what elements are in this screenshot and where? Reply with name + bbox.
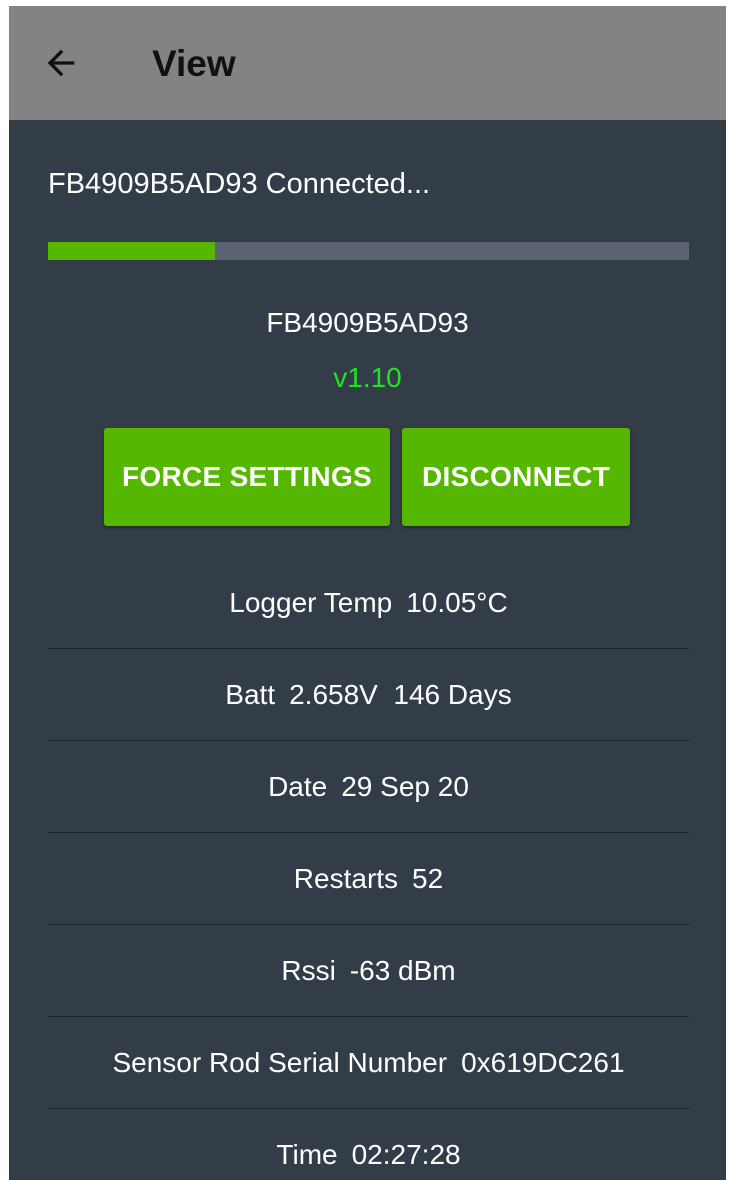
- disconnect-button[interactable]: DISCONNECT: [402, 428, 630, 526]
- force-settings-button[interactable]: FORCE SETTINGS: [104, 428, 390, 526]
- info-row-date: Date 29 Sep 20: [48, 741, 689, 833]
- app-bar: View: [9, 6, 726, 120]
- info-label: Restarts: [293, 862, 399, 894]
- info-row-rssi: Rssi -63 dBm: [48, 925, 689, 1017]
- back-button[interactable]: [37, 36, 85, 90]
- info-label: Time: [276, 1138, 338, 1170]
- device-name: FB4909B5AD93: [266, 307, 469, 338]
- app-screen: View FB4909B5AD93 Connected... FB4909B5A…: [9, 6, 726, 1180]
- info-value: -63 dBm: [349, 954, 456, 986]
- page-title: View: [152, 43, 236, 84]
- info-value: 02:27:28: [351, 1138, 461, 1170]
- info-row-restarts: Restarts 52: [48, 833, 689, 925]
- device-info-list: Logger Temp 10.05°C Batt 2.658V 146 Days…: [48, 557, 689, 1180]
- info-row-batt: Batt 2.658V 146 Days: [48, 649, 689, 741]
- info-label: Rssi: [281, 954, 336, 986]
- progress-bar: [48, 242, 689, 260]
- info-label: Sensor Rod Serial Number: [112, 1046, 448, 1078]
- info-row-logger-temp: Logger Temp 10.05°C: [48, 557, 689, 649]
- info-row-time: Time 02:27:28: [48, 1109, 689, 1180]
- info-row-sensor-serial: Sensor Rod Serial Number 0x619DC261: [48, 1017, 689, 1109]
- info-value: 2.658V 146 Days: [289, 678, 512, 710]
- progress-bar-fill: [48, 242, 215, 260]
- arrow-left-icon: [47, 49, 75, 77]
- info-value: 10.05°C: [406, 586, 508, 618]
- info-value: 29 Sep 20: [341, 770, 469, 802]
- info-label: Date: [268, 770, 328, 802]
- info-value: 52: [412, 862, 444, 894]
- firmware-version: v1.10: [333, 362, 402, 393]
- info-label: Logger Temp: [229, 586, 393, 618]
- info-value: 0x619DC261: [461, 1046, 625, 1078]
- connection-status: FB4909B5AD93 Connected...: [48, 168, 431, 200]
- info-label: Batt: [225, 678, 276, 710]
